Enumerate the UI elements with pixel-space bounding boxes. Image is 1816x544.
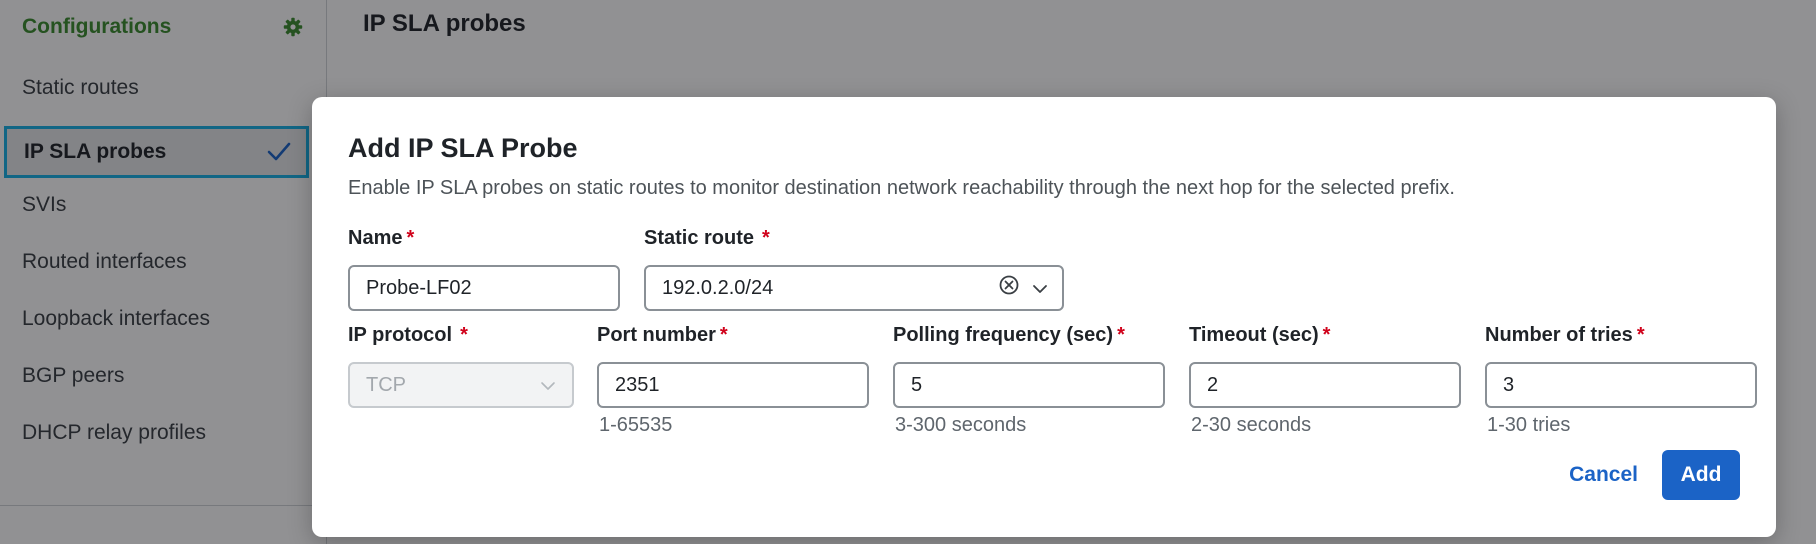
polling-frequency-label: Polling frequency (sec) * [893, 324, 1125, 346]
dialog-actions: Cancel Add [1569, 450, 1740, 500]
clear-icon[interactable] [998, 274, 1020, 302]
dialog-title: Add IP SLA Probe [348, 133, 578, 163]
ip-protocol-value: TCP [366, 373, 406, 396]
required-marker: * [1322, 324, 1331, 346]
chevron-down-icon[interactable] [1032, 277, 1048, 300]
polling-frequency-help: 3-300 seconds [895, 414, 1027, 436]
name-field: Name * Probe-LF02 [348, 227, 620, 311]
name-label: Name * [348, 227, 415, 249]
required-marker: * [1636, 324, 1645, 346]
ip-protocol-field: IP protocol * TCP [348, 324, 574, 408]
port-number-value: 2351 [615, 373, 660, 396]
ip-protocol-label: IP protocol * [348, 324, 468, 346]
timeout-help: 2-30 seconds [1191, 414, 1312, 436]
number-of-tries-input[interactable]: 3 [1485, 362, 1757, 408]
port-number-input[interactable]: 2351 [597, 362, 869, 408]
name-input[interactable]: Probe-LF02 [348, 265, 620, 311]
port-number-label: Port number * [597, 324, 728, 346]
required-marker: * [719, 324, 728, 346]
static-route-label: Static route * [644, 227, 770, 249]
chevron-down-icon [540, 374, 556, 397]
timeout-label: Timeout (sec) * [1189, 324, 1331, 346]
required-marker: * [460, 324, 468, 346]
number-of-tries-value: 3 [1503, 373, 1515, 396]
cancel-button[interactable]: Cancel [1569, 463, 1638, 487]
ip-protocol-select: TCP [348, 362, 574, 408]
timeout-value: 2 [1207, 373, 1219, 396]
static-route-value: 192.0.2.0/24 [662, 276, 774, 299]
dialog-description: Enable IP SLA probes on static routes to… [348, 177, 1455, 199]
number-of-tries-help: 1-30 tries [1487, 414, 1571, 436]
name-value: Probe-LF02 [366, 276, 472, 299]
required-marker: * [406, 227, 415, 249]
static-route-field: Static route * 192.0.2.0/24 [644, 227, 1064, 311]
number-of-tries-label: Number of tries * [1485, 324, 1645, 346]
polling-frequency-value: 5 [911, 373, 923, 396]
static-route-select[interactable]: 192.0.2.0/24 [644, 265, 1064, 311]
number-of-tries-field: Number of tries * 3 1-30 tries [1485, 324, 1757, 437]
required-marker: * [1117, 324, 1125, 346]
timeout-input[interactable]: 2 [1189, 362, 1461, 408]
add-ip-sla-probe-dialog: Add IP SLA Probe Enable IP SLA probes on… [312, 97, 1776, 537]
add-button[interactable]: Add [1662, 450, 1740, 500]
required-marker: * [762, 227, 770, 249]
polling-frequency-field: Polling frequency (sec) * 5 3-300 seconds [893, 324, 1165, 437]
polling-frequency-input[interactable]: 5 [893, 362, 1165, 408]
port-number-field: Port number * 2351 1-65535 [597, 324, 869, 437]
port-number-help: 1-65535 [599, 414, 673, 436]
timeout-field: Timeout (sec) * 2 2-30 seconds [1189, 324, 1461, 437]
